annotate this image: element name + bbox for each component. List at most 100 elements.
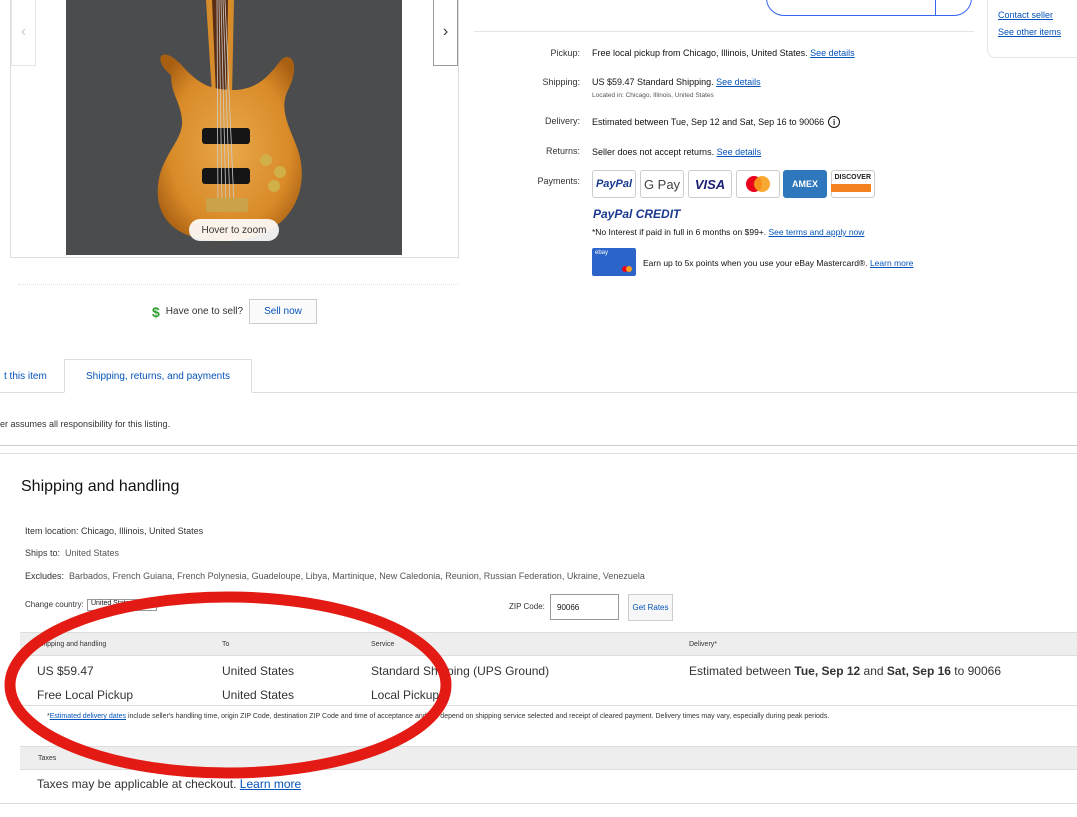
sell-prompt: $ Have one to sell? Sell now [152,299,317,324]
mastercard-offer-text: Earn up to 5x points when you use your e… [643,258,868,268]
seller-box: Contact seller See other items [987,0,1077,58]
discover-stripe [831,184,871,192]
pickup-text: Free local pickup from Chicago, Illinois… [592,48,808,58]
delivery-end: Sat, Sep 16 [886,664,951,678]
delivery-start: Tue, Sep 12 [794,664,861,678]
sell-prompt-text: Have one to sell? [165,306,244,317]
card-ebay-label: ebay [595,250,609,256]
paypal-credit-offer: *No Interest if paid in full in 6 months… [592,227,864,237]
delivery-label: Delivery: [544,116,580,126]
see-other-items-link[interactable]: See other items [998,27,1061,37]
gpay-logo: G Pay [640,170,684,198]
taxes-note: Taxes may be applicable at checkout. [37,777,237,791]
col-to: To [222,641,230,648]
item-location: Item location: Chicago, Illinois, United… [25,526,204,536]
divider [0,803,1077,804]
row-to: United States [222,664,295,678]
row-service: Local Pickup [371,688,440,702]
get-rates-button[interactable]: Get Rates [628,594,673,621]
paypal-credit-text: *No Interest if paid in full in 6 months… [592,227,767,237]
shipping-text: US $59.47 Standard Shipping. [592,77,714,87]
bass-guitar-image [66,0,402,255]
delivery-footnote: *Estimated delivery dates include seller… [47,713,830,720]
delivery-text: Estimated between Tue, Sep 12 and Sat, S… [592,117,825,127]
next-image-button[interactable]: › [433,0,458,66]
discover-logo: DISCOVER [831,170,875,198]
zip-input[interactable]: 90066 [550,594,619,620]
country-select[interactable]: United States [87,599,157,611]
item-location-sub: Located in: Chicago, Illinois, United St… [592,92,714,99]
taxes-header-label: Taxes [38,755,57,762]
hover-zoom-label: Hover to zoom [189,219,279,241]
delivery-and: and [860,664,887,678]
shipping-table-header: Shipping and handling To Service Deliver… [20,632,1077,656]
mastercard-learn-more-link[interactable]: Learn more [870,258,913,268]
estimated-delivery-link[interactable]: Estimated delivery dates [50,713,126,720]
returns-text: Seller does not accept returns. [592,147,715,157]
row-service: Standard Shipping (UPS Ground) [371,664,550,678]
dollar-icon: $ [152,303,160,320]
returns-label: Returns: [545,146,580,156]
delivery-suffix: to 90066 [950,664,1001,678]
divider [0,445,1077,446]
discover-text: DISCOVER [834,174,871,181]
row-cost: Free Local Pickup [37,688,134,702]
paypal-logo: PayPal [592,170,636,198]
card-mc-dot [626,266,632,272]
mastercard-offer: Earn up to 5x points when you use your e… [643,258,913,268]
zip-label: ZIP Code: [509,602,545,611]
shipping-section-title: Shipping and handling [21,478,180,495]
excludes-value: Barbados, French Guiana, French Polynesi… [69,571,645,581]
pickup-label: Pickup: [550,48,580,58]
contact-seller-link[interactable]: Contact seller [998,10,1053,20]
returns-details-link[interactable]: See details [717,147,762,157]
returns-value: Seller does not accept returns. See deta… [592,147,761,157]
chevron-left-icon: ‹ [20,23,27,40]
divider [18,284,458,285]
excludes: Excludes: Barbados, French Guiana, French… [25,571,645,581]
tab-about-this-item[interactable]: t this item [0,360,64,393]
chevron-right-icon: › [442,23,449,40]
paypal-terms-link[interactable]: See terms and apply now [769,227,865,237]
change-country-label: Change country: [25,600,84,609]
info-icon[interactable]: i [828,116,841,128]
taxes-learn-more-link[interactable]: Learn more [240,777,301,791]
sell-now-button[interactable]: Sell now [249,299,317,324]
delivery-value: Estimated between Tue, Sep 12 and Sat, S… [592,116,841,128]
paypal-credit-logo: PayPal CREDIT [593,207,681,221]
divider [20,705,1077,706]
ships-to-label: Ships to: [25,548,61,558]
tab-shipping-returns-payments[interactable]: Shipping, returns, and payments [64,359,252,393]
col-delivery: Delivery* [689,641,718,648]
seller-responsibility-notice: er assumes all responsibility for this l… [0,419,171,429]
watchlist-dropdown-divider [935,0,936,15]
add-to-watchlist-button[interactable] [766,0,972,16]
row-to: United States [222,688,295,702]
shipping-value: US $59.47 Standard Shipping. See details [592,77,761,87]
prev-image-button[interactable]: ‹ [11,0,36,66]
pickup-details-link[interactable]: See details [810,48,855,58]
row-delivery: Estimated between Tue, Sep 12 and Sat, S… [689,664,1001,678]
pickup-value: Free local pickup from Chicago, Illinois… [592,48,855,58]
visa-logo: VISA [688,170,732,198]
taxes-header: Taxes [20,746,1077,770]
divider [0,453,1077,454]
col-service: Service [371,641,395,648]
payments-label: Payments: [537,176,580,186]
row-cost: US $59.47 [37,664,94,678]
col-shipping-handling: Shipping and handling [37,641,107,648]
ships-to: Ships to: United States [25,548,119,558]
shipping-details-link[interactable]: See details [716,77,761,87]
ships-to-value: United States [65,548,120,558]
excludes-label: Excludes: [25,571,65,581]
divider [474,31,974,32]
footnote-text: include seller's handling time, origin Z… [126,713,830,720]
mastercard-circles [746,176,770,192]
product-image[interactable] [66,0,402,255]
shipping-label: Shipping: [542,77,580,87]
amex-logo: AMEX [783,170,827,198]
ebay-mastercard-card-image: ebay [592,248,636,276]
delivery-prefix: Estimated between [689,664,795,678]
mastercard-logo [736,170,780,198]
taxes-text: Taxes may be applicable at checkout. Lea… [37,777,301,791]
